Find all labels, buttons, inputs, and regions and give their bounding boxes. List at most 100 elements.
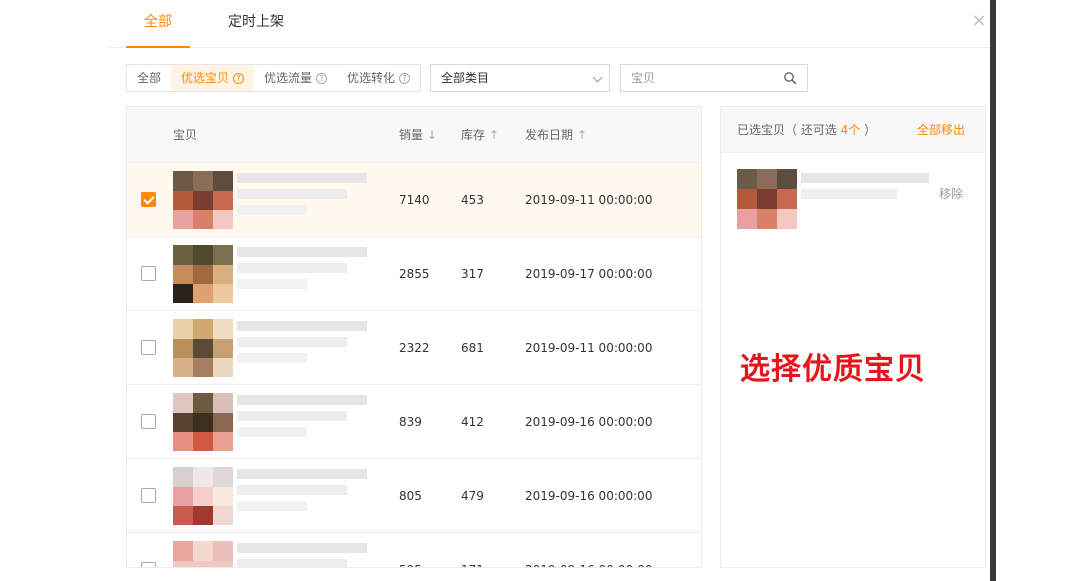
blurred-title (237, 353, 307, 363)
blurred-title (237, 427, 307, 437)
filter-group: 全部 优选宝贝? 优选流量? 优选转化? (126, 64, 422, 92)
blurred-title (237, 395, 367, 405)
blurred-title (237, 485, 347, 495)
selected-item: 移除 (721, 153, 985, 229)
blurred-title (237, 205, 307, 215)
table-row[interactable]: 839 412 2019-09-16 00:00:00 (127, 385, 701, 459)
blurred-title (237, 501, 307, 511)
selected-items-panel: 已选宝贝（ 还可选 4个 ） 全部移出 移除 (720, 106, 986, 568)
header-stock[interactable]: 库存 ↑ (461, 107, 499, 163)
row-checkbox[interactable] (141, 340, 156, 355)
filter-preferred-conversion[interactable]: 优选转化? (337, 65, 420, 91)
blurred-title (237, 543, 367, 553)
cell-stock: 453 (461, 193, 484, 207)
row-checkbox[interactable] (141, 562, 156, 567)
cell-publish-date: 2019-09-16 00:00:00 (525, 415, 653, 429)
help-icon[interactable]: ? (316, 72, 328, 84)
blurred-title (237, 173, 367, 183)
cell-publish-date: 2019-09-17 00:00:00 (525, 267, 653, 281)
header-item: 宝贝 (173, 128, 198, 142)
cell-sales: 839 (399, 415, 422, 429)
row-checkbox[interactable] (141, 488, 156, 503)
tab-bar: 全部 定时上架 × (108, 0, 990, 48)
cell-stock: 479 (461, 489, 484, 503)
chevron-down-icon (592, 72, 603, 83)
cell-sales: 2855 (399, 267, 430, 281)
filter-label: 优选宝贝 (181, 71, 230, 85)
blurred-title (237, 559, 347, 567)
blurred-title (237, 411, 347, 421)
header-label: 库存 (461, 128, 486, 142)
item-picker-dialog: 全部 定时上架 × 全部 优选宝贝? 优选流量? 优选转化? 全部类目 宝贝 销… (108, 0, 990, 581)
product-thumbnail (737, 169, 797, 229)
product-thumbnail[interactable] (173, 467, 233, 525)
window-edge (990, 0, 996, 581)
row-checkbox[interactable] (141, 192, 156, 207)
selected-panel-title: 已选宝贝（ 还可选 4个 ） (737, 107, 876, 153)
cell-publish-date: 2019-09-16 00:00:00 (525, 533, 652, 567)
blurred-title (237, 189, 347, 199)
table-row[interactable]: 2855 317 2019-09-17 00:00:00 (127, 237, 701, 311)
remove-all-button[interactable]: 全部移出 (917, 107, 965, 153)
cell-sales: 2322 (399, 341, 430, 355)
cell-sales: 595 (399, 533, 422, 567)
cell-publish-date: 2019-09-11 00:00:00 (525, 193, 653, 207)
blurred-title (237, 247, 367, 257)
blurred-title (237, 469, 367, 479)
sort-asc-icon: ↑ (577, 128, 588, 142)
row-checkbox[interactable] (141, 414, 156, 429)
product-thumbnail[interactable] (173, 393, 233, 451)
remove-item-button[interactable]: 移除 (939, 185, 963, 202)
filter-preferred-items[interactable]: 优选宝贝? (171, 65, 255, 91)
filter-preferred-traffic[interactable]: 优选流量? (254, 65, 337, 91)
sort-desc-icon: ↓ (427, 128, 438, 142)
cell-publish-date: 2019-09-16 00:00:00 (525, 489, 653, 503)
product-thumbnail[interactable] (173, 319, 233, 377)
selected-panel-header: 已选宝贝（ 还可选 4个 ） 全部移出 (721, 107, 985, 153)
cell-publish-date: 2019-09-11 00:00:00 (525, 341, 653, 355)
close-icon[interactable]: × (970, 12, 988, 30)
filter-label: 全部 (137, 71, 162, 85)
blurred-title (237, 263, 347, 273)
header-label: 发布日期 (525, 128, 574, 142)
search-input[interactable] (631, 71, 771, 85)
cell-stock: 681 (461, 341, 484, 355)
product-thumbnail[interactable] (173, 245, 233, 303)
cell-stock: 317 (461, 267, 484, 281)
tab-timed-listing[interactable]: 定时上架 (216, 0, 296, 48)
blurred-title (237, 337, 347, 347)
header-label: 销量 (399, 128, 424, 142)
cell-sales: 7140 (399, 193, 430, 207)
tab-all[interactable]: 全部 (126, 0, 190, 48)
remaining-count: 4个 (840, 123, 861, 137)
row-checkbox[interactable] (141, 266, 156, 281)
header-sales[interactable]: 销量 ↓ (399, 107, 437, 163)
table-row[interactable]: 7140 453 2019-09-11 00:00:00 (127, 163, 701, 237)
cell-sales: 805 (399, 489, 422, 503)
blurred-title (801, 189, 897, 199)
help-icon[interactable]: ? (399, 72, 411, 84)
filter-all[interactable]: 全部 (127, 65, 171, 91)
help-icon[interactable]: ? (233, 72, 245, 84)
title-prefix: 已选宝贝（ 还可选 (737, 123, 841, 137)
table-row[interactable]: 805 479 2019-09-16 00:00:00 (127, 459, 701, 533)
search-icon[interactable] (783, 71, 797, 85)
product-thumbnail[interactable] (173, 171, 233, 229)
cell-stock: 412 (461, 415, 484, 429)
product-table: 宝贝 销量 ↓ 库存 ↑ 发布日期 ↑ 7140 453 2019-09-11 00:… (126, 106, 702, 568)
table-row[interactable]: 595 171 2019-09-16 00:00:00 (127, 533, 701, 568)
table-header: 宝贝 销量 ↓ 库存 ↑ 发布日期 ↑ (127, 107, 701, 163)
blurred-title (801, 173, 929, 183)
table-row[interactable]: 2322 681 2019-09-11 00:00:00 (127, 311, 701, 385)
category-select[interactable]: 全部类目 (430, 64, 610, 92)
product-thumbnail[interactable] (173, 541, 233, 568)
search-box (620, 64, 808, 92)
header-publish-date[interactable]: 发布日期 ↑ (525, 107, 587, 163)
filter-label: 优选流量 (264, 71, 313, 85)
category-value: 全部类目 (441, 71, 490, 85)
blurred-title (237, 279, 307, 289)
filter-label: 优选转化 (347, 71, 396, 85)
sort-asc-icon: ↑ (489, 128, 500, 142)
blurred-title (237, 321, 367, 331)
title-suffix: ） (860, 123, 877, 137)
